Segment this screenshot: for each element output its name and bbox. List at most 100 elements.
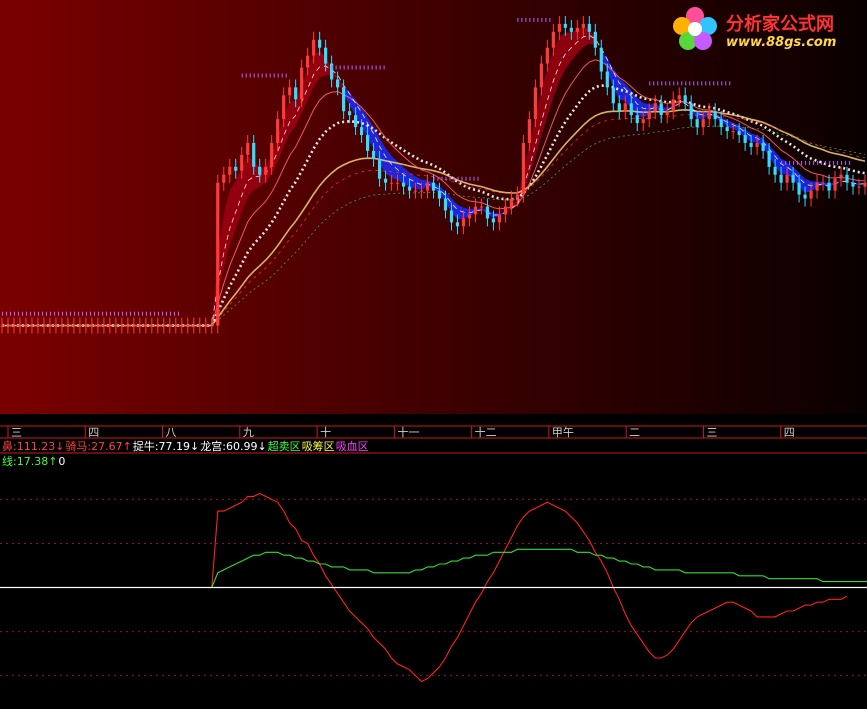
candle-body [419, 190, 424, 192]
candle-body [641, 119, 645, 124]
candle-body [294, 87, 298, 100]
candle-body [401, 182, 406, 187]
candle-body [102, 325, 106, 327]
candle-body [527, 119, 531, 143]
candle-body [150, 325, 154, 327]
candle-body [347, 111, 352, 116]
candle-body [282, 95, 286, 120]
candle-body [719, 119, 723, 128]
candle-body [168, 325, 172, 327]
candle-body [461, 218, 466, 227]
candle-body [318, 39, 322, 48]
candle-body [132, 325, 136, 327]
candle-body [324, 47, 328, 64]
candle-body [78, 325, 82, 327]
candle-body [521, 142, 525, 195]
axis-label: 十 [320, 426, 332, 439]
candle-body [497, 214, 502, 223]
oscillator-layer [0, 492, 867, 683]
candle-body [821, 182, 825, 184]
candle-body [683, 95, 687, 104]
candle-body [809, 190, 813, 199]
candle-body [84, 325, 88, 327]
candle-body [491, 218, 496, 223]
indicator-value: 0 [58, 455, 66, 468]
candle-body [449, 210, 454, 223]
candle-body [186, 325, 190, 327]
indicator-readout-row2: 线:17.38↑0 [2, 455, 66, 468]
candle-body [407, 186, 412, 191]
indicator-value: 超卖区 [267, 440, 301, 453]
logo-url: www.88gs.com [726, 35, 837, 50]
candle-body [605, 71, 609, 88]
candle-body [210, 325, 214, 327]
candle-body [288, 87, 292, 96]
candle-body [635, 115, 639, 124]
candle-body [791, 174, 795, 183]
candle-body [365, 135, 370, 151]
candle-body [479, 206, 484, 208]
candle-body [222, 174, 226, 183]
candle-body [539, 63, 543, 88]
indicator-value: 鼻:111.23↓ [2, 440, 65, 453]
axis-label: 四 [88, 426, 100, 439]
candle-body [863, 182, 867, 187]
candle-body [162, 325, 166, 327]
candle-body [240, 154, 244, 171]
candle-body [30, 325, 34, 327]
candle-body [509, 198, 514, 207]
candle-body [677, 95, 681, 100]
candle-body [6, 325, 10, 327]
logo-title: 分析家公式网 [726, 14, 834, 35]
axis-label: 三 [11, 426, 22, 439]
candle-body [431, 182, 436, 191]
candle-body [377, 158, 382, 179]
candle-body [413, 190, 418, 192]
candle-body [749, 142, 753, 147]
candle-body [383, 178, 388, 183]
axis-label: 十一 [397, 426, 420, 439]
candle-body [204, 325, 208, 327]
candle-body [36, 325, 40, 327]
candle-body [425, 182, 430, 191]
candle-body [653, 103, 657, 112]
candle-body [773, 166, 777, 175]
candle-body [443, 198, 448, 211]
candle-body [306, 55, 310, 68]
candle-body [647, 111, 651, 120]
candle-body [126, 325, 130, 327]
candle-body [66, 325, 70, 327]
candle-body [437, 190, 442, 199]
indicator-value: 捉牛:77.19↓ [132, 440, 200, 453]
candle-body [192, 325, 196, 327]
candle-body [761, 142, 765, 151]
indicator-value: 吸血区 [335, 440, 369, 453]
indicator-readout-row1: 鼻:111.23↓骑马:27.67↑捉牛:77.19↓龙宫:60.99↓超卖区吸… [2, 440, 370, 453]
candle-body [18, 325, 22, 327]
candle-body [0, 325, 4, 327]
candle-body [815, 182, 819, 191]
candle-body [617, 103, 621, 112]
candle-body [485, 206, 490, 219]
candle-body [845, 174, 849, 183]
axis-label: 三 [706, 426, 718, 439]
flower-logo-icon [673, 7, 717, 50]
candle-body [336, 79, 340, 88]
candle-body [743, 135, 747, 143]
axis-label: 九 [242, 426, 254, 439]
candle-body [90, 325, 94, 327]
candle-body [725, 127, 729, 132]
candle-body [857, 186, 861, 188]
candle-body [851, 182, 855, 187]
candle-body [144, 325, 148, 327]
candle-body [276, 119, 280, 143]
indicator-value: 线:17.38↑ [2, 455, 58, 468]
candle-body [395, 182, 400, 184]
candle-body [575, 27, 579, 32]
candle-body [839, 174, 843, 179]
candle-body [264, 166, 268, 175]
candle-body [216, 182, 220, 326]
candle-body [96, 325, 100, 327]
candle-body [342, 87, 346, 112]
candle-body [120, 325, 124, 327]
